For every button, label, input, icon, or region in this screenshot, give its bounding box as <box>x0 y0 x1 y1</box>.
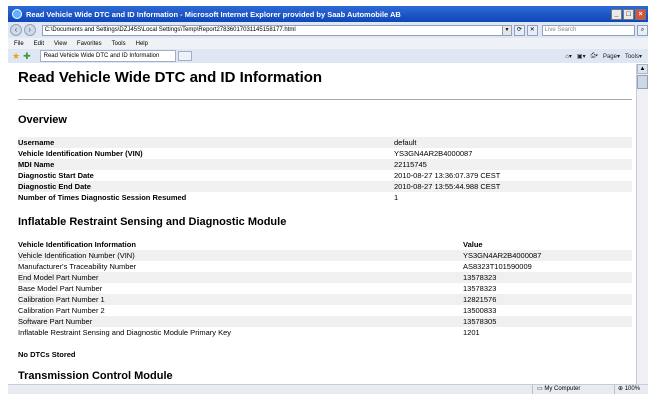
irsdm-label: Software Part Number <box>18 317 93 326</box>
security-zone: ▭ My Computer <box>532 385 614 394</box>
overview-value: 22115745 <box>394 160 427 169</box>
security-zone-label: My Computer <box>544 386 581 392</box>
overview-row: Vehicle Identification Number (VIN) YS3G… <box>18 148 632 159</box>
forward-button[interactable]: › <box>23 24 36 36</box>
address-text: C:\Documents and Settings\DZJ45S\Local S… <box>44 26 296 33</box>
page-menu[interactable]: Page▾ <box>603 53 620 60</box>
overview-label: Vehicle Identification Number (VIN) <box>18 149 143 158</box>
irsdm-table-row: Software Part Number 13578305 <box>18 316 632 327</box>
page-content: Read Vehicle Wide DTC and ID Information… <box>8 64 636 384</box>
irsdm-value: YS3GN4AR2B4000087 <box>463 251 542 260</box>
address-dropdown-icon[interactable]: ▼ <box>501 25 511 35</box>
tab-report[interactable]: Read Vehicle Wide DTC and ID Information <box>39 50 176 62</box>
menu-edit[interactable]: Edit <box>34 41 44 47</box>
tcm-heading: Transmission Control Module <box>18 370 173 382</box>
irsdm-table-row: Vehicle Identification Number (VIN) YS3G… <box>18 250 632 261</box>
minimize-button[interactable]: _ <box>611 8 622 20</box>
overview-row: Number of Times Diagnostic Session Resum… <box>18 192 632 203</box>
zoom-level[interactable]: ⊕ 100% <box>614 385 648 394</box>
tab-label: Read Vehicle Wide DTC and ID Information <box>43 53 160 59</box>
stop-button[interactable]: ✕ <box>526 24 538 36</box>
overview-row: MDI Name 22115745 <box>18 159 632 170</box>
print-icon[interactable]: ⎙▾ <box>591 53 598 60</box>
irsdm-table-row: Base Model Part Number 13578323 <box>18 283 632 294</box>
irsdm-label: Manufacturer's Traceability Number <box>18 262 137 271</box>
irsdm-label: Calibration Part Number 1 <box>18 295 105 304</box>
column-header-value: Value <box>463 240 483 249</box>
irsdm-value: AS8323T101590009 <box>463 262 532 271</box>
overview-heading: Overview <box>18 114 67 126</box>
overview-row: Diagnostic End Date 2010-08-27 13:55:44.… <box>18 181 632 192</box>
tab-bar: ★ ✚ Read Vehicle Wide DTC and ID Informa… <box>8 49 648 63</box>
search-placeholder: Live Search <box>544 26 577 33</box>
overview-row: Username default <box>18 137 632 148</box>
overview-label: Diagnostic Start Date <box>18 171 94 180</box>
status-bar: ▭ My Computer ⊕ 100% <box>8 384 648 394</box>
column-header-info: Vehicle Identification Information <box>18 240 136 249</box>
maximize-button[interactable]: □ <box>623 8 634 20</box>
irsdm-table-header: Vehicle Identification Information Value <box>18 239 632 250</box>
new-tab-button[interactable] <box>177 51 192 61</box>
menu-file[interactable]: File <box>14 41 24 47</box>
overview-value: 1 <box>394 193 399 202</box>
irsdm-value: 13578305 <box>463 317 497 326</box>
irsdm-label: Inflatable Restraint Sensing and Diagnos… <box>18 328 232 337</box>
overview-label: Diagnostic End Date <box>18 182 91 191</box>
irsdm-value: 13578323 <box>463 284 497 293</box>
title-divider <box>18 99 632 100</box>
overview-value: YS3GN4AR2B4000087 <box>394 149 473 158</box>
window-title: Read Vehicle Wide DTC and ID Information… <box>26 9 401 19</box>
favorites-star-icon[interactable]: ★ <box>12 51 20 62</box>
page-title: Read Vehicle Wide DTC and ID Information <box>18 69 323 86</box>
refresh-button[interactable]: ⟳ <box>513 24 525 36</box>
home-icon[interactable]: ⌂▾ <box>565 53 572 60</box>
ie-logo-icon <box>12 9 22 19</box>
search-input[interactable]: Live Search <box>541 24 636 36</box>
scroll-thumb[interactable] <box>637 75 648 89</box>
overview-row: Diagnostic Start Date 2010-08-27 13:36:0… <box>18 170 632 181</box>
tools-menu-label: Tools <box>624 53 639 60</box>
menu-tools[interactable]: Tools <box>112 41 126 47</box>
irsdm-table-row: Manufacturer's Traceability Number AS832… <box>18 261 632 272</box>
irsdm-label: End Model Part Number <box>18 273 99 282</box>
irsdm-table-row: End Model Part Number 13578323 <box>18 272 632 283</box>
search-go-button[interactable]: ⌕ <box>637 24 649 36</box>
irsdm-label: Calibration Part Number 2 <box>18 306 105 315</box>
back-button[interactable]: ‹ <box>10 24 22 36</box>
overview-label: Number of Times Diagnostic Session Resum… <box>18 193 187 202</box>
address-bar[interactable]: C:\Documents and Settings\DZJ45S\Local S… <box>41 24 512 36</box>
irsdm-value: 13578323 <box>463 273 497 282</box>
irsdm-table-row: Calibration Part Number 2 13500833 <box>18 305 632 316</box>
window-title-bar: Read Vehicle Wide DTC and ID Information… <box>8 6 648 22</box>
add-favorites-icon[interactable]: ✚ <box>23 51 31 62</box>
scroll-up-icon[interactable]: ▲ <box>637 64 648 74</box>
page-menu-label: Page <box>602 53 617 60</box>
irsdm-table-row: Inflatable Restraint Sensing and Diagnos… <box>18 327 632 338</box>
menu-view[interactable]: View <box>54 41 67 47</box>
overview-label: Username <box>18 138 55 147</box>
menu-favorites[interactable]: Favorites <box>77 41 102 47</box>
close-button[interactable]: × <box>635 8 646 20</box>
zoom-level-label: 100% <box>624 386 641 392</box>
navigation-bar: ‹ › C:\Documents and Settings\DZJ45S\Loc… <box>8 22 649 38</box>
overview-value: 2010-08-27 13:55:44.988 CEST <box>394 182 501 191</box>
overview-label: MDI Name <box>18 160 55 169</box>
irsdm-label: Vehicle Identification Number (VIN) <box>18 251 135 260</box>
irsdm-value: 1201 <box>463 328 480 337</box>
menu-help[interactable]: Help <box>136 41 148 47</box>
irsdm-heading: Inflatable Restraint Sensing and Diagnos… <box>18 216 287 228</box>
feeds-icon[interactable]: ▣▾ <box>577 53 586 60</box>
irsdm-value: 13500833 <box>463 306 497 315</box>
irsdm-value: 12821576 <box>463 295 497 304</box>
tools-menu[interactable]: Tools▾ <box>625 53 642 60</box>
menu-bar: File Edit View Favorites Tools Help <box>8 38 648 49</box>
zoom-icon: ⊕ <box>618 386 625 392</box>
vertical-scrollbar[interactable]: ▲ <box>636 64 648 384</box>
no-dtcs-note: No DTCs Stored <box>18 350 76 359</box>
overview-value: 2010-08-27 13:36:07.379 CEST <box>394 171 501 180</box>
irsdm-label: Base Model Part Number <box>18 284 103 293</box>
overview-value: default <box>394 138 417 147</box>
irsdm-table-row: Calibration Part Number 1 12821576 <box>18 294 632 305</box>
